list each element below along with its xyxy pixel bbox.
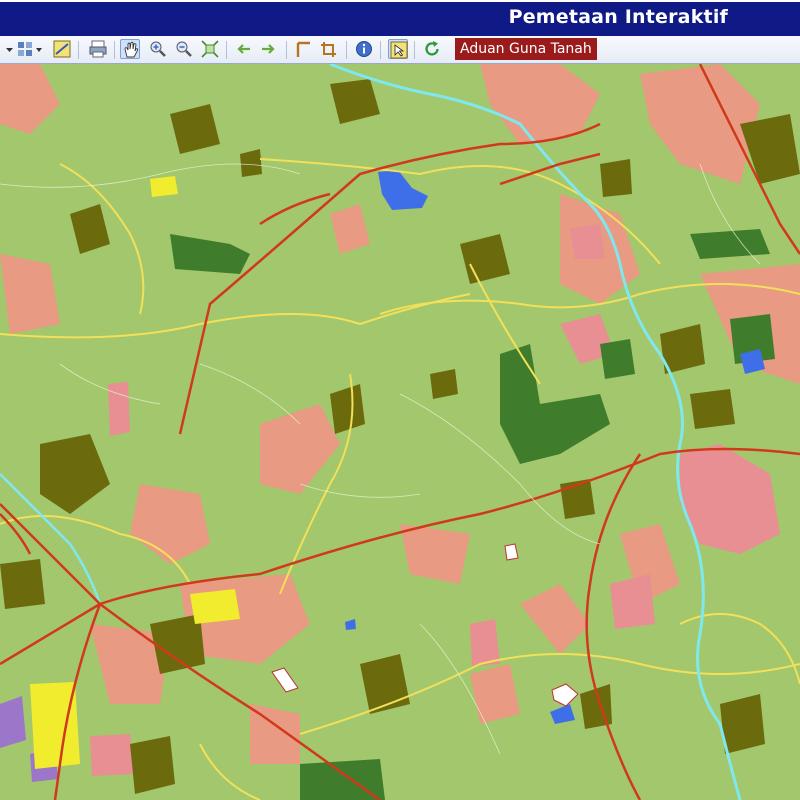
select-icon[interactable] xyxy=(388,39,408,59)
map-toolbar xyxy=(0,36,800,64)
page-title: Pemetaan Interaktif xyxy=(508,6,728,28)
map-legend-icon[interactable] xyxy=(52,39,72,59)
zoom-in-icon[interactable] xyxy=(148,39,168,59)
measure-area-icon[interactable] xyxy=(318,39,338,59)
land-use-complaint-button[interactable]: Aduan Guna Tanah xyxy=(455,38,597,60)
back-arrow-icon[interactable] xyxy=(234,39,254,59)
title-bar: Pemetaan Interaktif xyxy=(0,0,800,36)
measure-line-icon[interactable] xyxy=(294,39,314,59)
map-canvas[interactable] xyxy=(0,64,800,800)
refresh-icon[interactable] xyxy=(422,39,442,59)
toolbar-separator xyxy=(380,41,381,59)
layers-icon[interactable] xyxy=(16,39,44,59)
zoom-out-icon[interactable] xyxy=(174,39,194,59)
toolbar-separator xyxy=(346,41,347,59)
pan-hand-icon[interactable] xyxy=(120,39,140,59)
chevron-down-icon[interactable] xyxy=(0,39,13,59)
toolbar-separator xyxy=(226,41,227,59)
toolbar-separator xyxy=(78,41,79,59)
toolbar-separator xyxy=(414,41,415,59)
toolbar-separator xyxy=(114,41,115,59)
full-extent-icon[interactable] xyxy=(200,39,220,59)
print-icon[interactable] xyxy=(88,39,108,59)
land-use-map[interactable] xyxy=(0,64,800,800)
forward-arrow-icon[interactable] xyxy=(258,39,278,59)
info-icon[interactable] xyxy=(354,39,374,59)
toolbar-separator xyxy=(286,41,287,59)
